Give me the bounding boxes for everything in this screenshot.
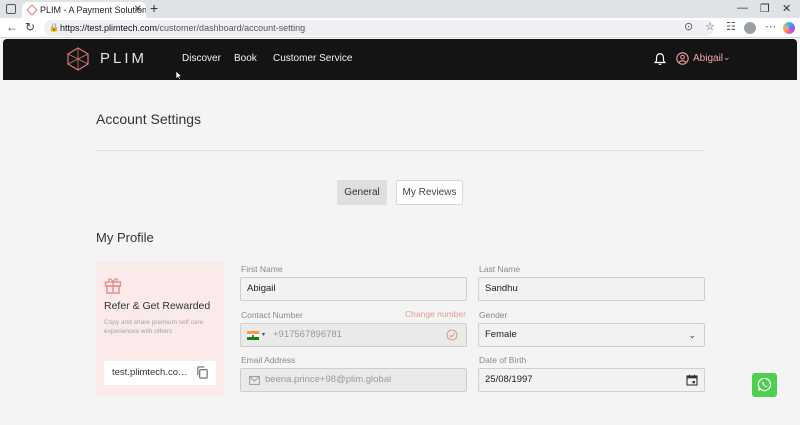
gender-select[interactable]: Female ⌄ — [478, 323, 705, 347]
refer-title: Refer & Get Rewarded — [104, 300, 211, 312]
contact-number-label: Contact Number — [241, 310, 303, 320]
section-title-my-profile: My Profile — [96, 230, 154, 245]
bell-icon[interactable] — [653, 52, 667, 66]
nav-customer-service[interactable]: Customer Service — [273, 53, 352, 64]
chevron-down-icon[interactable]: ⌄ — [723, 52, 731, 63]
contact-number-value: +917567896781 — [273, 329, 342, 340]
tab-title: PLIM - A Payment Solution For Th — [40, 5, 146, 15]
refer-description: Copy and share premium self care experie… — [104, 319, 204, 335]
last-name-value: Sandhu — [485, 283, 518, 294]
gender-value: Female — [485, 329, 517, 340]
dob-field[interactable]: 25/08/1997 — [478, 368, 705, 392]
back-button[interactable]: ← — [6, 20, 18, 34]
contact-number-field[interactable]: ▾ +917567896781 — [240, 323, 467, 347]
more-menu-icon[interactable]: ⋯ — [765, 20, 776, 33]
browser-tab[interactable]: PLIM - A Payment Solution For Th ✕ — [22, 2, 146, 18]
mail-icon — [249, 376, 260, 385]
calendar-icon[interactable] — [686, 374, 698, 386]
browser-toolbar: ← ↻ 🔒 https://test.plimtech.com/customer… — [0, 18, 800, 38]
tab-general[interactable]: General — [337, 180, 387, 205]
nav-book[interactable]: Book — [234, 53, 257, 64]
lock-icon: 🔒 — [49, 23, 59, 32]
tab-my-reviews[interactable]: My Reviews — [396, 180, 463, 205]
change-number-link[interactable]: Change number — [405, 309, 466, 319]
site-header: PLIM Discover Book Customer Service Abig… — [3, 39, 797, 80]
close-window-button[interactable]: ✕ — [782, 2, 791, 15]
minimize-button[interactable]: — — [737, 2, 748, 14]
favicon-icon — [26, 4, 38, 16]
profile-icon[interactable] — [744, 22, 756, 34]
chevron-down-icon[interactable]: ⌄ — [688, 324, 696, 346]
email-field[interactable]: beena.prince+98@plim.global — [240, 368, 467, 392]
email-label: Email Address — [241, 355, 296, 365]
whatsapp-button[interactable] — [752, 373, 777, 397]
restore-button[interactable]: ❐ — [760, 2, 770, 15]
nav-discover[interactable]: Discover — [182, 53, 221, 64]
tab-close-icon[interactable]: ✕ — [134, 2, 142, 18]
refresh-button[interactable]: ↻ — [25, 20, 35, 34]
verified-icon — [446, 329, 458, 341]
email-value: beena.prince+98@plim.global — [265, 374, 392, 385]
country-caret-icon[interactable]: ▾ — [262, 324, 265, 346]
whatsapp-icon — [757, 377, 772, 392]
url-path: /customer/dashboard/account-setting — [157, 23, 306, 33]
dob-value: 25/08/1997 — [485, 374, 533, 385]
user-menu-name[interactable]: Abigail — [693, 53, 723, 64]
dob-label: Date of Birth — [479, 355, 527, 365]
page-title: Account Settings — [96, 111, 202, 127]
first-name-field[interactable]: Abigail — [240, 277, 467, 301]
reader-icon[interactable]: ⊙ — [684, 20, 693, 33]
window-menu-icon[interactable] — [6, 4, 16, 14]
address-bar[interactable]: 🔒 https://test.plimtech.com/customer/das… — [44, 20, 714, 36]
first-name-label: First Name — [241, 264, 283, 274]
new-tab-button[interactable]: + — [150, 0, 158, 17]
gender-label: Gender — [479, 310, 508, 320]
url-host: https://test.plimtech.com — [60, 23, 158, 33]
user-icon[interactable] — [676, 52, 689, 65]
divider — [96, 150, 704, 151]
favorite-star-icon[interactable]: ☆ — [705, 20, 715, 33]
copilot-icon[interactable] — [783, 22, 795, 34]
gift-icon — [104, 278, 122, 294]
collections-icon[interactable]: ☷ — [726, 20, 736, 33]
refer-card: Refer & Get Rewarded Copy and share prem… — [96, 262, 224, 396]
logo-icon[interactable] — [66, 47, 90, 71]
refer-link-box[interactable]: test.plimtech.com/refer — [104, 361, 216, 385]
india-flag-icon[interactable] — [247, 331, 259, 340]
last-name-label: Last Name — [479, 264, 521, 274]
browser-tab-strip: PLIM - A Payment Solution For Th ✕ + — ❐… — [0, 0, 800, 18]
mouse-cursor — [176, 71, 182, 80]
last-name-field[interactable]: Sandhu — [478, 277, 705, 301]
copy-icon[interactable] — [196, 366, 209, 379]
first-name-value: Abigail — [247, 283, 276, 294]
brand-name[interactable]: PLIM — [100, 50, 147, 67]
refer-link: test.plimtech.com/refer — [112, 367, 188, 378]
